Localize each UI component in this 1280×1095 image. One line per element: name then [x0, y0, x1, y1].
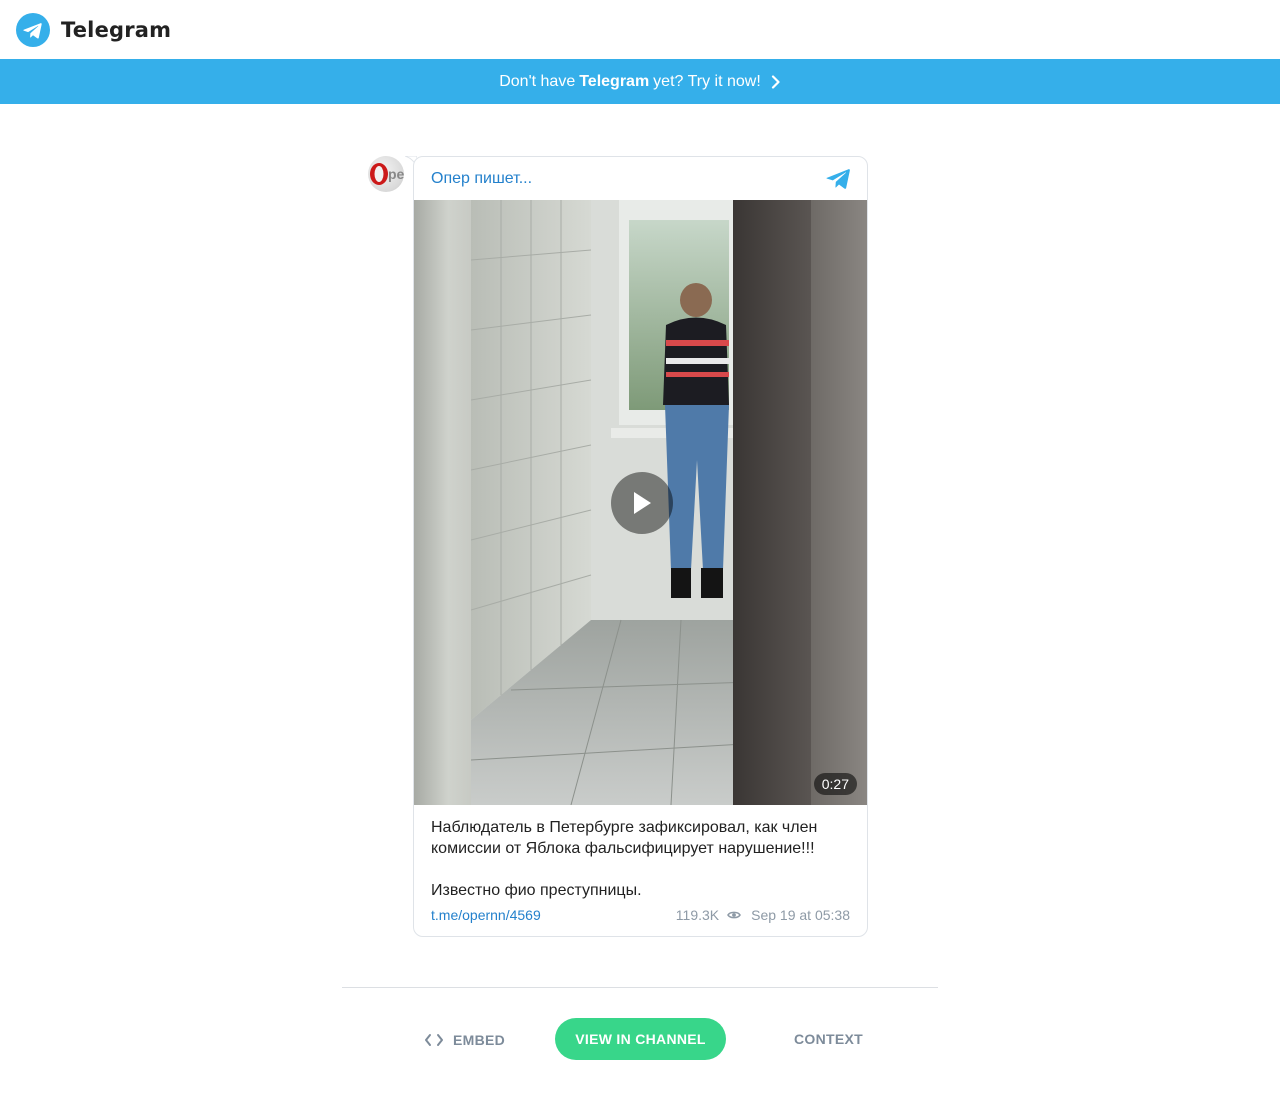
embed-button[interactable]: EMBED — [424, 1030, 505, 1050]
message-bubble: Опер пишет... 0:27 Наблюдатель в Петербу… — [413, 156, 868, 937]
banner-suffix: yet? Try it now! — [653, 72, 761, 90]
brand-name[interactable]: Telegram — [61, 18, 171, 42]
play-icon — [634, 492, 651, 514]
embed-label: EMBED — [453, 1032, 506, 1048]
video-duration: 0:27 — [813, 773, 857, 795]
channel-avatar[interactable]: pe — [368, 156, 404, 192]
view-count: 119.3K — [675, 907, 720, 923]
video-blur-right — [811, 200, 867, 805]
divider — [342, 987, 938, 988]
download-banner[interactable]: Don't have Telegram yet? Try it now! — [0, 59, 1280, 104]
message-meta: 119.3K Sep 19 at 05:38 — [676, 907, 850, 923]
svg-text:pe: pe — [388, 166, 404, 182]
message-link[interactable]: t.me/opernn/4569 — [431, 907, 541, 923]
context-button[interactable]: CONTEXT — [794, 1031, 863, 1047]
video-blur-left — [414, 200, 471, 805]
banner-brand: Telegram — [579, 72, 650, 90]
play-button[interactable] — [611, 472, 673, 534]
chevron-right-icon — [771, 74, 780, 89]
code-icon — [425, 1034, 443, 1046]
telegram-logo-icon[interactable] — [16, 12, 50, 47]
telegram-plane-icon — [826, 169, 850, 189]
opera-logo-icon: pe — [370, 163, 404, 185]
channel-name-link[interactable]: Опер пишет... — [431, 170, 532, 188]
banner-prefix: Don't have — [499, 72, 576, 90]
message-date[interactable]: Sep 19 at 05:38 — [751, 907, 850, 923]
site-header: Telegram — [0, 0, 1280, 59]
message-footer: t.me/opernn/4569 119.3K Sep 19 at 05:38 — [431, 906, 850, 924]
view-in-channel-button[interactable]: VIEW IN CHANNEL — [555, 1018, 726, 1060]
message-text: Наблюдатель в Петербурге зафиксировал, к… — [431, 819, 818, 899]
video-player[interactable]: 0:27 — [414, 200, 867, 805]
eye-icon — [727, 911, 742, 919]
